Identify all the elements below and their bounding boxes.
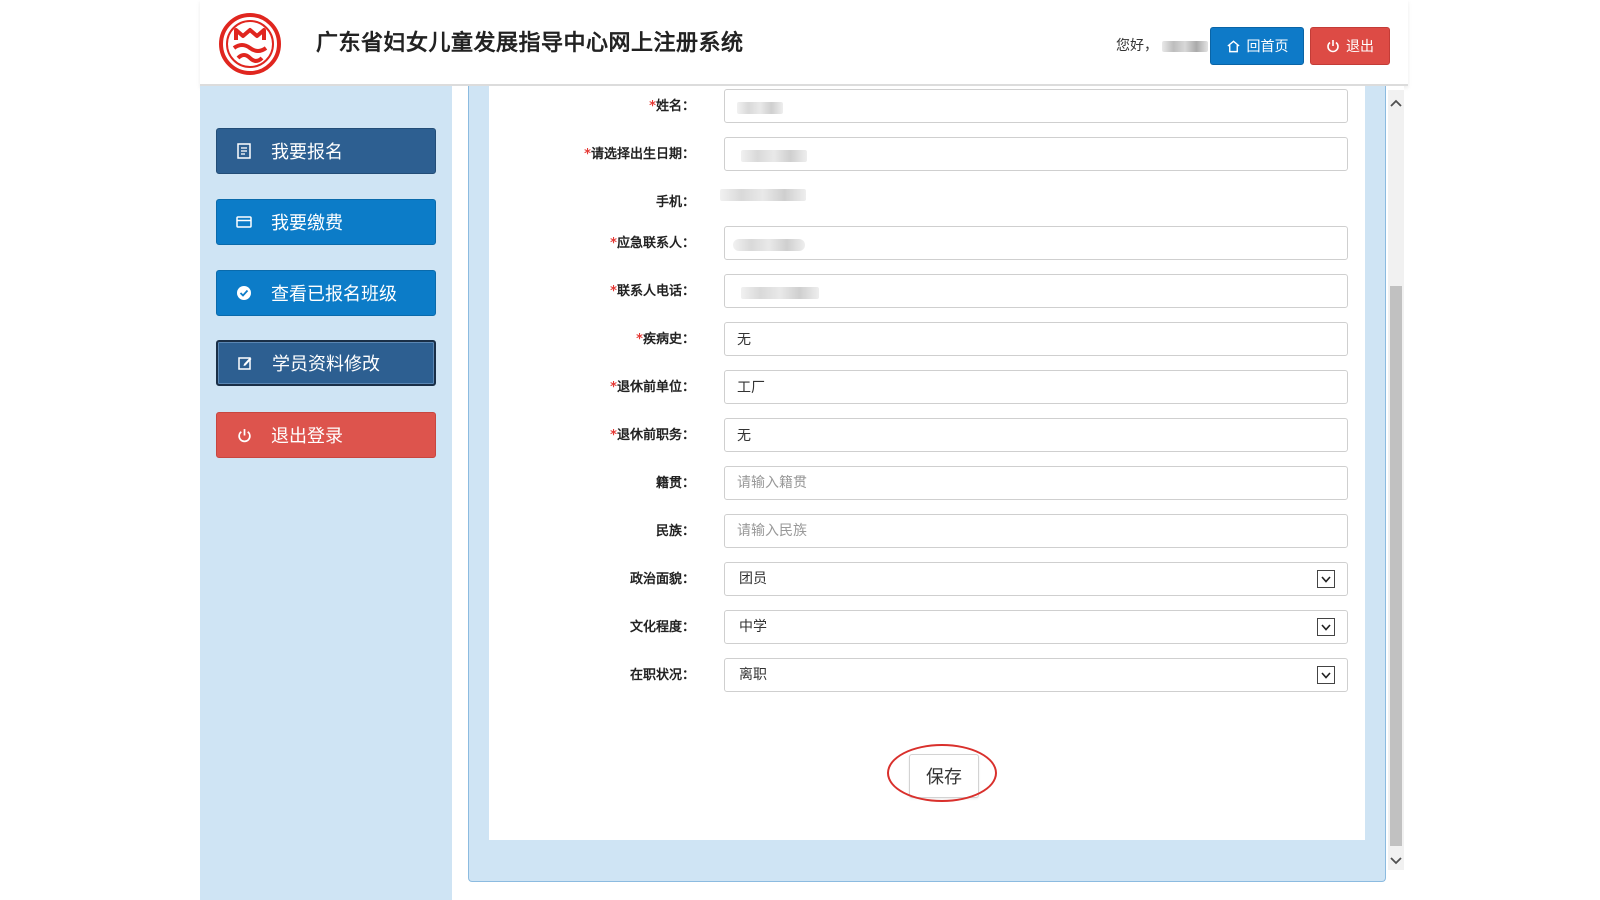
selected-value: 离职	[739, 667, 767, 683]
education-select[interactable]: 中学	[724, 610, 1348, 644]
register-icon	[235, 142, 253, 160]
form-row-employment-status: 在职状况： 离职	[489, 658, 1365, 694]
field-label: 籍贯：	[655, 476, 695, 491]
ethnicity-input[interactable]	[724, 514, 1348, 548]
field-label: 手机：	[655, 195, 695, 210]
site-title: 广东省妇女儿童发展指导中心网上注册系统	[316, 31, 744, 56]
chevron-down-icon	[1317, 666, 1335, 684]
form-row-birthdate: *请选择出生日期：	[489, 137, 1365, 173]
save-button[interactable]: 保存	[909, 754, 979, 798]
edit-icon	[236, 354, 254, 372]
user-greeting: 您好，	[1116, 35, 1208, 55]
form-row-name: *姓名：	[489, 89, 1365, 125]
form-row-phone: 手机：	[489, 185, 1365, 221]
sidebar-item-label: 我要报名	[271, 142, 343, 163]
redacted-value	[741, 150, 807, 162]
field-label: 民族：	[655, 524, 695, 539]
former-employer-input[interactable]	[724, 370, 1348, 404]
native-place-input[interactable]	[724, 466, 1348, 500]
redacted-value	[720, 189, 806, 201]
field-label: 在职状况：	[629, 668, 695, 683]
page-scrollbar[interactable]	[1388, 90, 1404, 870]
profile-form: *姓名： *请选择出生日期： 手机： *应急联系人： *联系人电话： *疾病史：…	[489, 86, 1365, 840]
greeting-text: 您好，	[1116, 38, 1158, 54]
redacted-value	[737, 102, 783, 114]
username-redacted	[1162, 40, 1208, 52]
form-panel: *姓名： *请选择出生日期： 手机： *应急联系人： *联系人电话： *疾病史：…	[468, 86, 1386, 882]
name-input[interactable]	[724, 89, 1348, 123]
field-label: *应急联系人：	[610, 236, 695, 251]
sidebar-item-label: 我要缴费	[271, 213, 343, 234]
field-label: *疾病史：	[636, 332, 695, 347]
power-icon	[235, 426, 253, 444]
redacted-value	[733, 239, 805, 251]
chevron-down-icon	[1317, 618, 1335, 636]
birthdate-input[interactable]	[724, 137, 1348, 171]
sidebar-item-register[interactable]: 我要报名	[216, 128, 436, 174]
form-row-former-position: *退休前职务：	[489, 418, 1365, 454]
sidebar-item-label: 查看已报名班级	[271, 284, 397, 305]
form-row-emergency-contact: *应急联系人：	[489, 226, 1365, 262]
sidebar: 我要报名 我要缴费 查看已报名班级 学员资料修改 退出登录	[200, 86, 452, 900]
selected-value: 中学	[739, 619, 767, 635]
field-label: *退休前职务：	[610, 428, 695, 443]
sidebar-item-view-classes[interactable]: 查看已报名班级	[216, 270, 436, 316]
emergency-contact-input[interactable]	[724, 226, 1348, 260]
employment-status-select[interactable]: 离职	[724, 658, 1348, 692]
form-row-contact-phone: *联系人电话：	[489, 274, 1365, 310]
medical-history-input[interactable]	[724, 322, 1348, 356]
sidebar-item-logout[interactable]: 退出登录	[216, 412, 436, 458]
power-icon	[1327, 40, 1339, 53]
political-status-select[interactable]: 团员	[724, 562, 1348, 596]
scroll-up-arrow-icon[interactable]	[1388, 94, 1404, 112]
card-icon	[235, 213, 253, 231]
form-row-former-employer: *退休前单位：	[489, 370, 1365, 406]
scroll-down-arrow-icon[interactable]	[1388, 852, 1404, 870]
scroll-thumb[interactable]	[1390, 286, 1402, 846]
sidebar-item-edit-profile[interactable]: 学员资料修改	[216, 340, 436, 386]
form-row-political-status: 政治面貌： 团员	[489, 562, 1365, 598]
field-label: *请选择出生日期：	[584, 147, 695, 162]
sidebar-item-payment[interactable]: 我要缴费	[216, 199, 436, 245]
contact-phone-input[interactable]	[724, 274, 1348, 308]
form-row-education: 文化程度： 中学	[489, 610, 1365, 646]
form-row-native-place: 籍贯：	[489, 466, 1365, 502]
redacted-value	[741, 287, 819, 299]
top-header: 广东省妇女儿童发展指导中心网上注册系统 您好， 回首页 退出	[200, 0, 1408, 86]
sidebar-item-label: 退出登录	[271, 426, 343, 447]
womens-federation-logo-icon	[219, 13, 281, 75]
field-label: *联系人电话：	[610, 284, 695, 299]
selected-value: 团员	[739, 571, 767, 587]
field-label: 政治面貌：	[629, 572, 695, 587]
field-label: 文化程度：	[629, 620, 695, 635]
former-position-input[interactable]	[724, 418, 1348, 452]
logout-button[interactable]: 退出	[1310, 27, 1390, 65]
chevron-down-icon	[1317, 570, 1335, 588]
logout-button-label: 退出	[1346, 39, 1374, 55]
home-button[interactable]: 回首页	[1210, 27, 1304, 65]
form-row-ethnicity: 民族：	[489, 514, 1365, 550]
home-icon	[1226, 40, 1240, 53]
field-label: *姓名：	[649, 99, 695, 114]
home-button-label: 回首页	[1246, 39, 1289, 55]
form-row-medical-history: *疾病史：	[489, 322, 1365, 358]
check-circle-icon	[235, 284, 253, 302]
field-label: *退休前单位：	[610, 380, 695, 395]
sidebar-item-label: 学员资料修改	[272, 354, 380, 375]
